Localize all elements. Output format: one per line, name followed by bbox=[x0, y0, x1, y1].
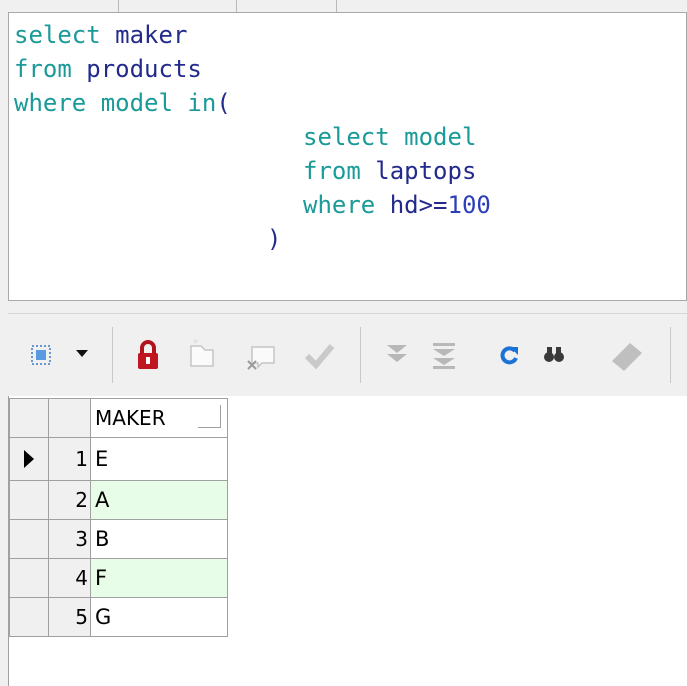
code-line-7: ) bbox=[267, 225, 282, 253]
maker-cell[interactable]: E bbox=[90, 437, 228, 481]
code-line-1: select maker bbox=[14, 21, 188, 49]
maker-cell[interactable]: G bbox=[90, 597, 228, 637]
corner-cell[interactable] bbox=[9, 398, 49, 438]
lock-icon[interactable] bbox=[132, 336, 164, 374]
table-row[interactable]: 4 F bbox=[9, 558, 228, 598]
sql-editor[interactable]: select maker from products where model i… bbox=[8, 12, 687, 301]
splitter[interactable] bbox=[8, 301, 687, 314]
code-line-4: select model bbox=[303, 123, 477, 151]
code-line-5: from laptops bbox=[303, 157, 477, 185]
tab-2[interactable] bbox=[118, 0, 237, 12]
tab-3[interactable] bbox=[236, 0, 337, 12]
toolbar-separator-3 bbox=[670, 327, 671, 383]
results-grid: MAKER 1 E 2 A 3 B 4 F 5 G bbox=[9, 398, 228, 637]
toolbar-separator bbox=[112, 327, 113, 383]
column-header-box bbox=[198, 405, 221, 428]
maker-cell[interactable]: B bbox=[90, 519, 228, 559]
row-indicator bbox=[9, 597, 49, 637]
svg-text:*: * bbox=[193, 338, 198, 349]
rownum-header-cell bbox=[48, 398, 91, 438]
row-indicator bbox=[9, 480, 49, 520]
tab-query[interactable] bbox=[0, 0, 119, 12]
row-number: 1 bbox=[48, 437, 91, 481]
fetch-next-icon[interactable] bbox=[380, 338, 414, 372]
column-header-maker[interactable]: MAKER bbox=[90, 398, 228, 438]
grid-header-row: MAKER bbox=[9, 398, 228, 438]
row-indicator bbox=[9, 558, 49, 598]
grid-select-icon[interactable] bbox=[24, 340, 58, 370]
delete-record-icon[interactable] bbox=[244, 334, 280, 374]
dropdown-arrow-icon[interactable] bbox=[72, 343, 92, 363]
table-row[interactable]: 5 G bbox=[9, 597, 228, 637]
refresh-icon[interactable] bbox=[496, 342, 522, 368]
row-indicator bbox=[9, 437, 49, 481]
table-row[interactable]: 3 B bbox=[9, 519, 228, 559]
tab-strip bbox=[0, 0, 687, 12]
grid-toolbar bbox=[8, 314, 687, 396]
row-number: 4 bbox=[48, 558, 91, 598]
row-indicator bbox=[9, 519, 49, 559]
table-row[interactable]: 2 A bbox=[9, 480, 228, 520]
eraser-icon[interactable] bbox=[604, 336, 648, 372]
row-number: 3 bbox=[48, 519, 91, 559]
toolbar-separator-2 bbox=[360, 327, 361, 383]
table-row[interactable]: 1 E bbox=[9, 437, 228, 481]
row-number: 5 bbox=[48, 597, 91, 637]
maker-cell[interactable]: A bbox=[90, 480, 228, 520]
current-row-arrow-icon bbox=[24, 450, 34, 468]
code-line-3: where model in( bbox=[14, 89, 231, 117]
fetch-all-icon[interactable] bbox=[426, 338, 462, 372]
find-icon[interactable] bbox=[540, 340, 568, 368]
new-record-icon[interactable]: * bbox=[186, 334, 218, 372]
code-line-6: where hd>=100 bbox=[303, 191, 491, 219]
post-check-icon[interactable] bbox=[302, 336, 336, 374]
column-header-label: MAKER bbox=[95, 406, 166, 430]
row-number: 2 bbox=[48, 480, 91, 520]
maker-cell[interactable]: F bbox=[90, 558, 228, 598]
code-line-2: from products bbox=[14, 55, 202, 83]
